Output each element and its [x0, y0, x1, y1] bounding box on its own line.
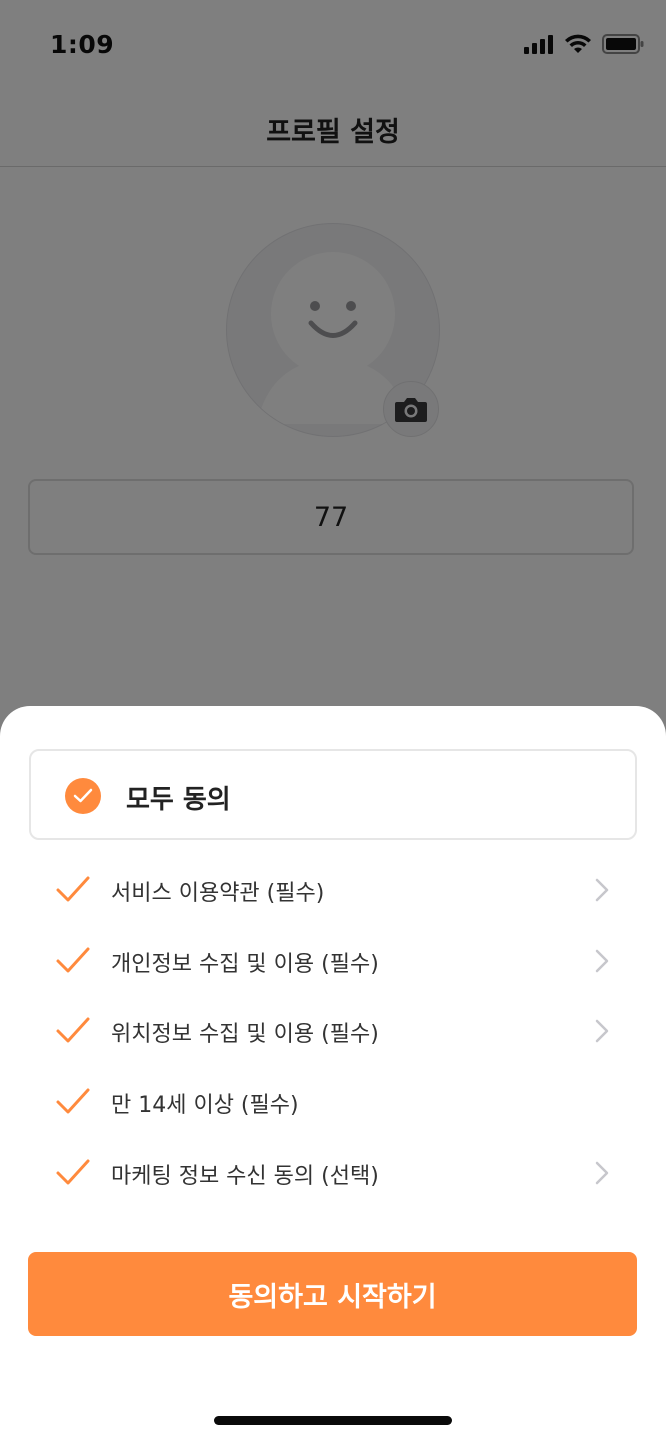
chevron-right-icon[interactable] — [594, 1160, 610, 1186]
term-row-privacy[interactable]: 개인정보 수집 및 이용 (필수) — [0, 931, 666, 991]
term-label: 개인정보 수집 및 이용 (필수) — [111, 952, 379, 977]
term-label: 위치정보 수집 및 이용 (필수) — [111, 1022, 379, 1047]
home-indicator — [214, 1416, 452, 1425]
checkmark-icon — [56, 1159, 90, 1185]
checkmark-icon — [56, 1088, 90, 1114]
chevron-right-icon[interactable] — [594, 1018, 610, 1044]
term-label: 만 14세 이상 (필수) — [111, 1093, 299, 1118]
profile-setup-screen: 1:09 프로필 설정 — [0, 0, 666, 1440]
term-row-age[interactable]: 만 14세 이상 (필수) — [0, 1072, 666, 1132]
chevron-right-icon[interactable] — [594, 877, 610, 903]
terms-agreement-sheet: 모두 동의 서비스 이용약관 (필수) 개인정보 수집 및 이용 (필수) 위치… — [0, 706, 666, 1440]
checkmark-icon — [56, 947, 90, 973]
term-row-service[interactable]: 서비스 이용약관 (필수) — [0, 860, 666, 920]
term-label: 서비스 이용약관 (필수) — [111, 881, 325, 906]
term-label: 마케팅 정보 수신 동의 (선택) — [111, 1164, 379, 1189]
checkmark-icon — [56, 876, 90, 902]
checkmark-icon — [56, 1017, 90, 1043]
agree-all-checkbox[interactable]: 모두 동의 — [29, 749, 637, 840]
agree-and-start-button[interactable]: 동의하고 시작하기 — [28, 1252, 637, 1336]
agree-all-label: 모두 동의 — [126, 785, 231, 815]
term-row-marketing[interactable]: 마케팅 정보 수신 동의 (선택) — [0, 1143, 666, 1203]
agree-all-checked-icon — [65, 778, 101, 814]
chevron-right-icon[interactable] — [594, 948, 610, 974]
term-row-location[interactable]: 위치정보 수집 및 이용 (필수) — [0, 1001, 666, 1061]
